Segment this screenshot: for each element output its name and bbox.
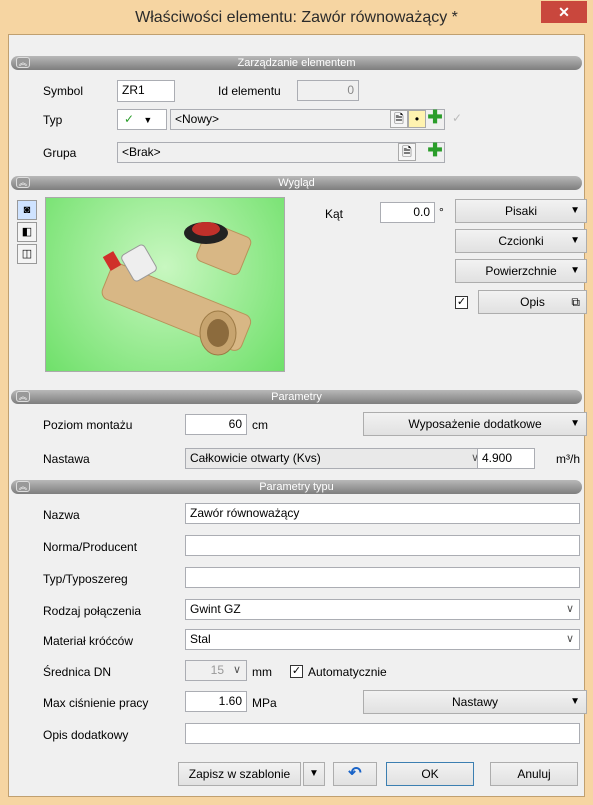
desc-checkbox[interactable]: ✓ (455, 296, 468, 309)
dropdown-arrow-icon: ▼ (570, 205, 580, 216)
angle-unit: ° (439, 205, 444, 219)
collapse-icon[interactable]: ︽ (16, 57, 30, 68)
material-label: Materiał króćców (43, 634, 134, 648)
desc-label: Opis (520, 295, 545, 309)
section-header-appearance[interactable]: ︽ Wygląd (11, 176, 582, 190)
kvs-input[interactable]: 4.900 (477, 448, 535, 469)
connection-label: Rodzaj połączenia (43, 604, 142, 618)
dropdown-arrow-icon: ▼ (570, 418, 580, 429)
ok-button[interactable]: OK (386, 762, 474, 786)
connection-select[interactable]: Gwint GZ ∨ (185, 599, 580, 620)
collapse-icon[interactable]: ︽ (16, 177, 30, 188)
window-title: Właściwości elementu: Zawór równoważący … (135, 9, 458, 26)
extra-desc-input[interactable] (185, 723, 580, 744)
surfaces-button[interactable]: Powierzchnie ▼ (455, 259, 587, 283)
name-label: Nazwa (43, 508, 80, 522)
kvs-unit: m³/h (556, 452, 580, 466)
pressure-label: Max ciśnienie pracy (43, 696, 149, 710)
extra-equipment-button[interactable]: Wyposażenie dodatkowe ▼ (363, 412, 587, 436)
chevron-down-icon: ∨ (565, 633, 574, 645)
dialog-window: Właściwości elementu: Zawór równoważący … (0, 0, 593, 805)
valve-drawing (101, 222, 252, 356)
dn-unit: mm (252, 665, 272, 679)
series-input[interactable] (185, 567, 580, 588)
fonts-button[interactable]: Czcionki ▼ (455, 229, 587, 253)
name-input[interactable]: Zawór równoważący (185, 503, 580, 524)
close-button[interactable]: ✕ (541, 1, 587, 23)
browse-icon[interactable]: 🗎 (390, 110, 408, 128)
title-bar: Właściwości elementu: Zawór równoważący … (0, 0, 593, 34)
section-title: Zarządzanie elementem (237, 57, 356, 69)
dropdown-arrow-icon: ▼ (570, 265, 580, 276)
pressure-unit: MPa (252, 696, 277, 710)
surfaces-label: Powierzchnie (485, 264, 557, 278)
apply-icon[interactable]: ✓ (448, 110, 466, 128)
angle-input[interactable]: 0.0 (380, 202, 435, 223)
setting-value: Całkowicie otwarty (Kvs) (190, 451, 321, 465)
auto-checkbox[interactable]: ✓ (290, 665, 303, 678)
dropdown-arrow-icon: ▼ (143, 115, 153, 125)
setting-select[interactable]: Całkowicie otwarty (Kvs) ∨ (185, 448, 485, 469)
check-icon: ✓ (124, 112, 135, 126)
setting-label: Nastawa (43, 452, 90, 466)
collapse-icon[interactable]: ︽ (16, 481, 30, 492)
open-icon: ⧉ (571, 295, 580, 309)
material-select[interactable]: Stal ∨ (185, 629, 580, 650)
series-label: Typ/Typoszereg (43, 572, 128, 586)
extra-equipment-label: Wyposażenie dodatkowe (408, 417, 542, 431)
type-check-dropdown[interactable]: ✓ ▼ (117, 109, 167, 130)
collapse-icon[interactable]: ︽ (16, 391, 30, 402)
save-template-button[interactable]: Zapisz w szablonie (178, 762, 301, 786)
norm-input[interactable] (185, 535, 580, 556)
material-value: Stal (190, 632, 211, 646)
type-label: Typ (43, 113, 63, 127)
add-type-icon[interactable]: ✚ (426, 108, 444, 128)
view-2d-tab-icon[interactable]: ◧ (17, 222, 37, 242)
section-title: Wygląd (278, 177, 315, 189)
cancel-button[interactable]: Anuluj (490, 762, 578, 786)
desc-button[interactable]: Opis ⧉ (478, 290, 587, 314)
dropdown-arrow-icon: ▼ (570, 696, 580, 707)
extra-desc-label: Opis dodatkowy (43, 728, 129, 742)
norm-label: Norma/Producent (43, 540, 138, 554)
view-box-tab-icon[interactable]: ◫ (17, 244, 37, 264)
save-template-dropdown[interactable]: ▼ (303, 762, 325, 786)
id-input: 0 (297, 80, 359, 101)
settings-button[interactable]: Nastawy ▼ (363, 690, 587, 714)
dn-label: Średnica DN (43, 665, 112, 679)
fonts-label: Czcionki (498, 234, 544, 248)
bulb-icon[interactable]: • (408, 110, 426, 128)
chevron-down-icon: ∨ (565, 603, 574, 615)
add-group-icon[interactable]: ✚ (426, 141, 444, 161)
valve-preview-image (45, 197, 285, 372)
pens-label: Pisaki (504, 204, 537, 218)
section-title: Parametry typu (259, 481, 334, 493)
symbol-label: Symbol (43, 84, 84, 98)
pens-button[interactable]: Pisaki ▼ (455, 199, 587, 223)
section-header-management[interactable]: ︽ Zarządzanie elementem (11, 56, 582, 70)
mount-unit: cm (252, 418, 268, 432)
group-label: Grupa (43, 146, 77, 160)
symbol-input[interactable]: ZR1 (117, 80, 175, 102)
section-header-type-params[interactable]: ︽ Parametry typu (11, 480, 582, 494)
section-header-params[interactable]: ︽ Parametry (11, 390, 582, 404)
auto-label: Automatycznie (308, 665, 387, 679)
dn-select: 15 ∨ (185, 660, 247, 681)
browse-group-icon[interactable]: 🗎 (398, 143, 416, 161)
view-3d-tab-icon[interactable]: ◙ (17, 200, 37, 220)
section-title: Parametry (271, 391, 322, 403)
mount-level-input[interactable]: 60 (185, 414, 247, 435)
connection-value: Gwint GZ (190, 602, 241, 616)
angle-label: Kąt (325, 207, 344, 221)
dropdown-arrow-icon: ▼ (570, 235, 580, 246)
pressure-input[interactable]: 1.60 (185, 691, 247, 712)
mount-level-label: Poziom montażu (43, 418, 133, 432)
id-label: Id elementu (218, 84, 281, 98)
settings-label: Nastawy (451, 695, 498, 709)
chevron-down-icon: ∨ (232, 664, 241, 676)
dn-value: 15 (210, 663, 224, 677)
group-combo[interactable]: <Brak> (117, 142, 445, 163)
undo-button[interactable]: ↶ (333, 762, 377, 786)
